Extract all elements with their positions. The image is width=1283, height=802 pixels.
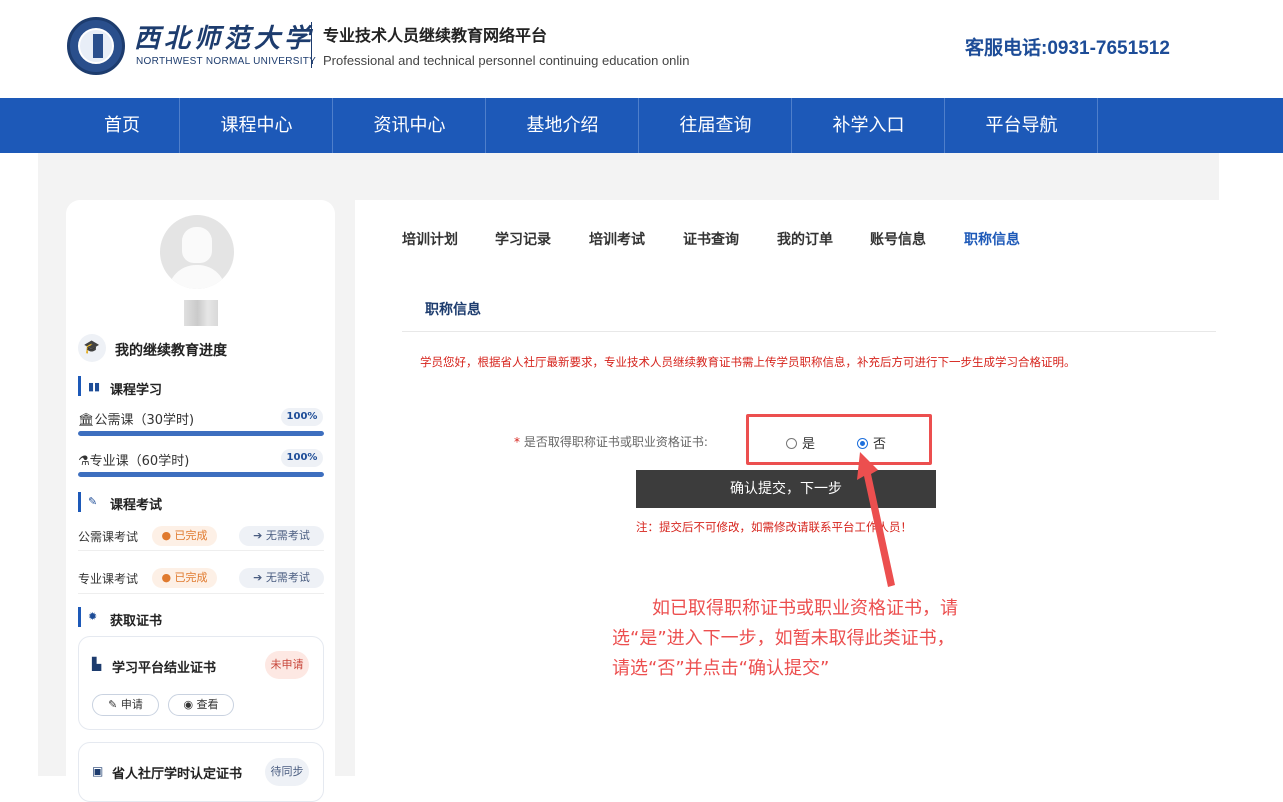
view-cert-button[interactable]: ◉ 查看: [168, 694, 234, 716]
annotation-line: 如已取得职称证书或职业资格证书，请: [652, 598, 958, 619]
course-section-title: 课程学习: [110, 383, 163, 398]
section-marker: [78, 607, 81, 627]
question-text: 是否取得职称证书或职业资格证书:: [523, 435, 708, 449]
professional-course-text: 专业课（60学时): [89, 454, 190, 469]
public-exam-action[interactable]: ➔ 无需考试: [239, 526, 324, 546]
professional-exam-label: 专业课考试: [78, 572, 139, 586]
professional-exam-status-badge: ● 已完成: [152, 568, 217, 588]
tab-training-exam[interactable]: 培训考试: [589, 229, 645, 249]
platform-subtitle: Professional and technical personnel con…: [323, 53, 690, 68]
cert-title-hours: 省人社厅学时认定证书: [112, 767, 243, 782]
tab-my-orders[interactable]: 我的订单: [777, 229, 833, 249]
nav-item-past-query[interactable]: 往届查询: [640, 98, 792, 153]
nav-item-platform-guide[interactable]: 平台导航: [946, 98, 1098, 153]
progress-fill: [78, 472, 324, 477]
annotation-line: 选“是”进入下一步，如暂未取得此类证书，: [612, 628, 955, 649]
submit-note: 注：提交后不可修改，如需修改请联系平台工作人员！: [636, 520, 912, 534]
platform-title: 专业技术人员继续教育网络平台: [323, 26, 548, 45]
cert-status-completion: 未申请: [265, 651, 309, 679]
section-marker: [78, 376, 81, 396]
tab-cert-query[interactable]: 证书查询: [683, 229, 739, 249]
notice-text: 学员您好，根据省人社厅最新要求，专业技术人员继续教育证书需上传学员职称信息，补充…: [420, 355, 1076, 369]
certificate-icon: ▙: [92, 657, 102, 671]
nav-item-makeup-entry[interactable]: 补学入口: [793, 98, 945, 153]
tab-study-records[interactable]: 学习记录: [495, 229, 551, 249]
nav-item-courses[interactable]: 课程中心: [181, 98, 333, 153]
university-name-en: NORTHWEST NORMAL UNIVERSITY: [136, 56, 317, 67]
exam-section-title: 课程考试: [110, 498, 163, 513]
professional-course-percent: 100%: [281, 449, 323, 467]
user-avatar[interactable]: [160, 215, 234, 289]
section-divider: [402, 331, 1216, 332]
badge-icon: ✹: [88, 610, 98, 623]
cert-status-hours: 待同步: [265, 758, 309, 786]
professional-exam-action[interactable]: ➔ 无需考试: [239, 568, 324, 588]
apply-cert-button[interactable]: ✎ 申请: [92, 694, 159, 716]
professional-course-progress-bar: [78, 472, 324, 477]
header-divider: [311, 22, 312, 68]
section-title: 职称信息: [425, 302, 481, 318]
professional-course-label: ⚗专业课（60学时): [78, 450, 189, 469]
required-mark: *: [514, 435, 520, 449]
tab-title-info[interactable]: 职称信息: [964, 229, 1020, 249]
section-marker: [78, 492, 81, 512]
tab-account-info[interactable]: 账号信息: [870, 229, 926, 249]
nav-item-base-intro[interactable]: 基地介绍: [487, 98, 639, 153]
question-label: * 是否取得职称证书或职业资格证书:: [514, 433, 708, 450]
annotation-text: 如已取得职称证书或职业资格证书，请 选“是”进入下一步，如暂未取得此类证书， 请…: [612, 594, 1032, 684]
book-icon: ▮▮: [88, 380, 101, 393]
nav-item-news[interactable]: 资讯中心: [334, 98, 486, 153]
public-exam-status-badge: ● 已完成: [152, 526, 217, 546]
edit-icon: ✎: [88, 495, 98, 508]
cert-title-completion: 学习平台结业证书: [112, 661, 217, 676]
highlight-box: [746, 414, 932, 465]
customer-service-hotline: 客服电话:0931-7651512: [965, 38, 1170, 59]
university-name-cn[interactable]: 西北师范大学: [134, 18, 314, 55]
tab-training-plan[interactable]: 培训计划: [402, 229, 458, 249]
divider: [78, 550, 324, 551]
building-icon: 🏛: [78, 413, 95, 428]
progress-fill: [78, 431, 324, 436]
annotation-line: 请选“否”并点击“确认提交”: [612, 658, 830, 679]
divider: [78, 593, 324, 594]
site-header: 西北师范大学 NORTHWEST NORMAL UNIVERSITY 专业技术人…: [0, 0, 1283, 98]
public-course-progress-bar: [78, 431, 324, 436]
public-course-label: 🏛公需课（30学时): [78, 409, 194, 428]
main-nav: 首页 课程中心 资讯中心 基地介绍 往届查询 补学入口 平台导航: [0, 98, 1283, 153]
cert-section-title: 获取证书: [110, 614, 163, 629]
confirm-submit-button[interactable]: 确认提交，下一步: [636, 470, 936, 508]
public-course-percent: 100%: [281, 408, 323, 426]
graduation-cap-icon: 🎓: [78, 334, 106, 362]
nav-item-home[interactable]: 首页: [65, 98, 180, 153]
university-emblem-icon[interactable]: [67, 17, 125, 75]
public-exam-label: 公需课考试: [78, 530, 139, 544]
microscope-icon: ⚗: [78, 454, 90, 469]
public-course-text: 公需课（30学时): [94, 413, 195, 428]
progress-heading: 我的继续教育进度: [115, 343, 227, 359]
username-redacted: [184, 300, 218, 326]
